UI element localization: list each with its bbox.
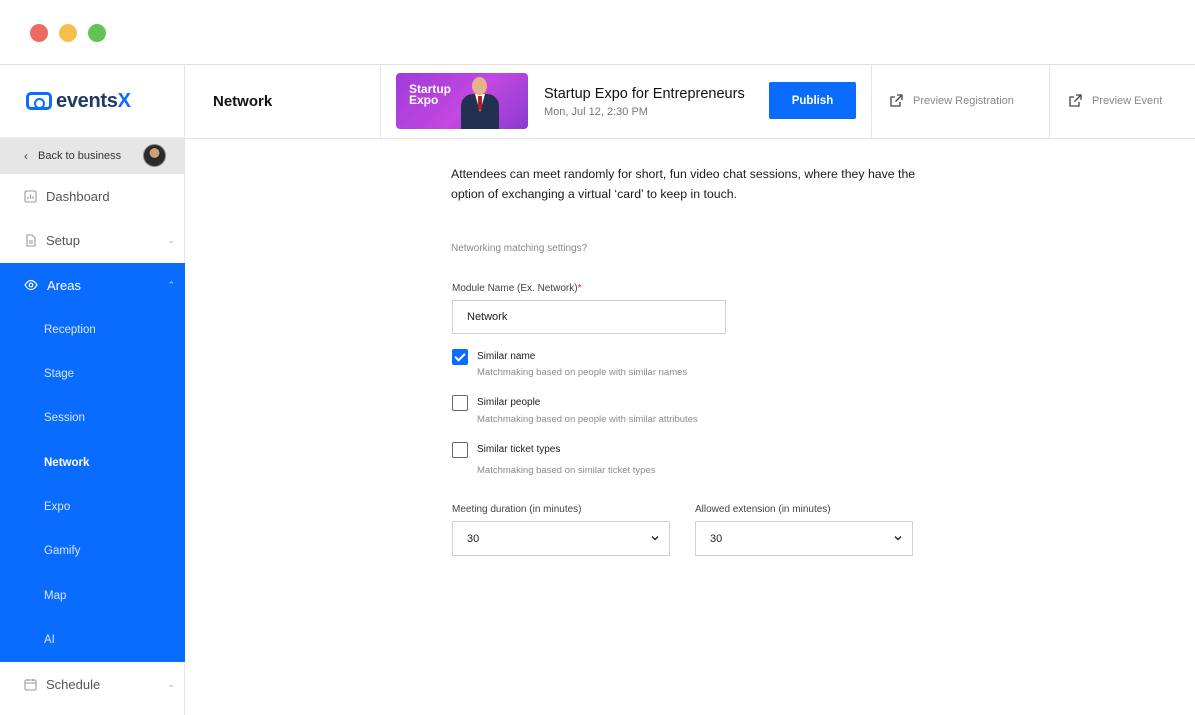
similar-name-label: Similar name [477, 351, 536, 362]
sidebar-item-schedule[interactable]: Schedule ⌄ [0, 662, 185, 706]
chart-icon [24, 189, 37, 203]
sidebar-item-stage[interactable]: Stage [44, 368, 74, 380]
preview-event-link[interactable]: Preview Event [1068, 93, 1162, 108]
maximize-window-button[interactable] [88, 24, 106, 42]
event-name: Startup Expo for Entrepreneurs [544, 86, 745, 102]
chevron-up-icon: ⌃ [167, 279, 175, 290]
sidebar-section-areas: Areas ⌃ Reception Stage Session Network … [0, 263, 185, 662]
chevron-down-icon: ⌄ [167, 678, 175, 689]
similar-ticket-types-label: Similar ticket types [477, 444, 561, 455]
network-description: Attendees can meet randomly for short, f… [451, 167, 916, 201]
external-link-icon [890, 94, 903, 107]
allowed-extension-value: 30 [710, 532, 723, 545]
sidebar-item-setup[interactable]: Setup ⌄ [0, 218, 185, 262]
event-date: Mon, Jul 12, 2:30 PM [544, 106, 648, 118]
header-divider [380, 65, 381, 139]
speaker-image [459, 77, 501, 129]
sidebar-item-ai[interactable]: AI [44, 634, 55, 646]
event-thumbnail-title: Startup Expo [409, 82, 451, 107]
eventsx-logo-icon [26, 92, 52, 110]
module-name-label: Module Name (Ex. Network)* [452, 283, 582, 294]
preview-event-label: Preview Event [1092, 94, 1163, 107]
similar-people-description: Matchmaking based on people with similar… [477, 414, 698, 425]
sidebar-item-reception[interactable]: Reception [44, 324, 96, 336]
module-name-input[interactable]: Network [452, 300, 726, 334]
similar-people-label: Similar people [477, 397, 541, 408]
preview-registration-link[interactable]: Preview Registration [889, 93, 1014, 108]
brand-logo[interactable]: eventsX [0, 65, 185, 138]
chevron-left-icon: ‹ [24, 149, 28, 163]
brand-name: eventsX [56, 89, 131, 112]
header-divider [871, 65, 872, 139]
chevron-down-icon: ⌄ [167, 234, 175, 245]
window-title-bar [0, 0, 1195, 65]
event-thumbnail[interactable]: Startup Expo [396, 73, 528, 129]
back-to-business-link[interactable]: ‹ Back to business [0, 138, 185, 174]
sidebar-item-session[interactable]: Session [44, 412, 85, 424]
header-bar: Network Startup Expo Startup Expo for En… [185, 65, 1195, 139]
external-link-icon [1069, 94, 1082, 107]
avatar[interactable] [143, 144, 166, 167]
similar-ticket-types-description: Matchmaking based on similar ticket type… [477, 465, 656, 476]
header-divider [1049, 65, 1050, 139]
allowed-extension-label: Allowed extension (in minutes) [695, 504, 831, 515]
close-window-button[interactable] [30, 24, 48, 42]
meeting-duration-label: Meeting duration (in minutes) [452, 504, 582, 515]
sidebar-item-expo[interactable]: Expo [44, 501, 70, 513]
preview-registration-label: Preview Registration [913, 94, 1014, 107]
similar-name-checkbox[interactable] [452, 349, 468, 365]
sidebar-item-label: Setup [46, 232, 80, 248]
sidebar-item-network[interactable]: Network [44, 457, 89, 469]
sidebar-item-label: Schedule [46, 676, 101, 692]
similar-people-checkbox[interactable] [452, 395, 468, 411]
allowed-extension-select[interactable]: 30 [695, 521, 913, 556]
similar-ticket-types-checkbox[interactable] [452, 442, 468, 458]
document-icon [24, 233, 37, 247]
meeting-duration-select[interactable]: 30 [452, 521, 670, 556]
publish-button[interactable]: Publish [769, 82, 856, 119]
sidebar-item-areas[interactable]: Areas ⌃ [0, 263, 185, 307]
sidebar-item-gamify[interactable]: Gamify [44, 545, 80, 557]
meeting-duration-value: 30 [467, 532, 480, 545]
main-content: Attendees can meet randomly for short, f… [185, 139, 1195, 715]
similar-name-description: Matchmaking based on people with similar… [477, 367, 688, 378]
minimize-window-button[interactable] [59, 24, 77, 42]
eye-icon [24, 279, 38, 291]
chevron-down-icon [651, 536, 659, 541]
sidebar: eventsX ‹ Back to business Dashboard Set… [0, 65, 185, 715]
settings-section-label: Networking matching settings? [451, 243, 588, 254]
sidebar-item-label: Dashboard [46, 188, 110, 204]
chevron-down-icon [894, 536, 902, 541]
page-title: Network [213, 93, 273, 110]
back-to-business-label: Back to business [38, 150, 122, 162]
calendar-icon [24, 678, 37, 691]
sidebar-item-label: Areas [47, 277, 81, 293]
sidebar-item-map[interactable]: Map [44, 590, 66, 602]
sidebar-item-dashboard[interactable]: Dashboard [0, 174, 185, 218]
